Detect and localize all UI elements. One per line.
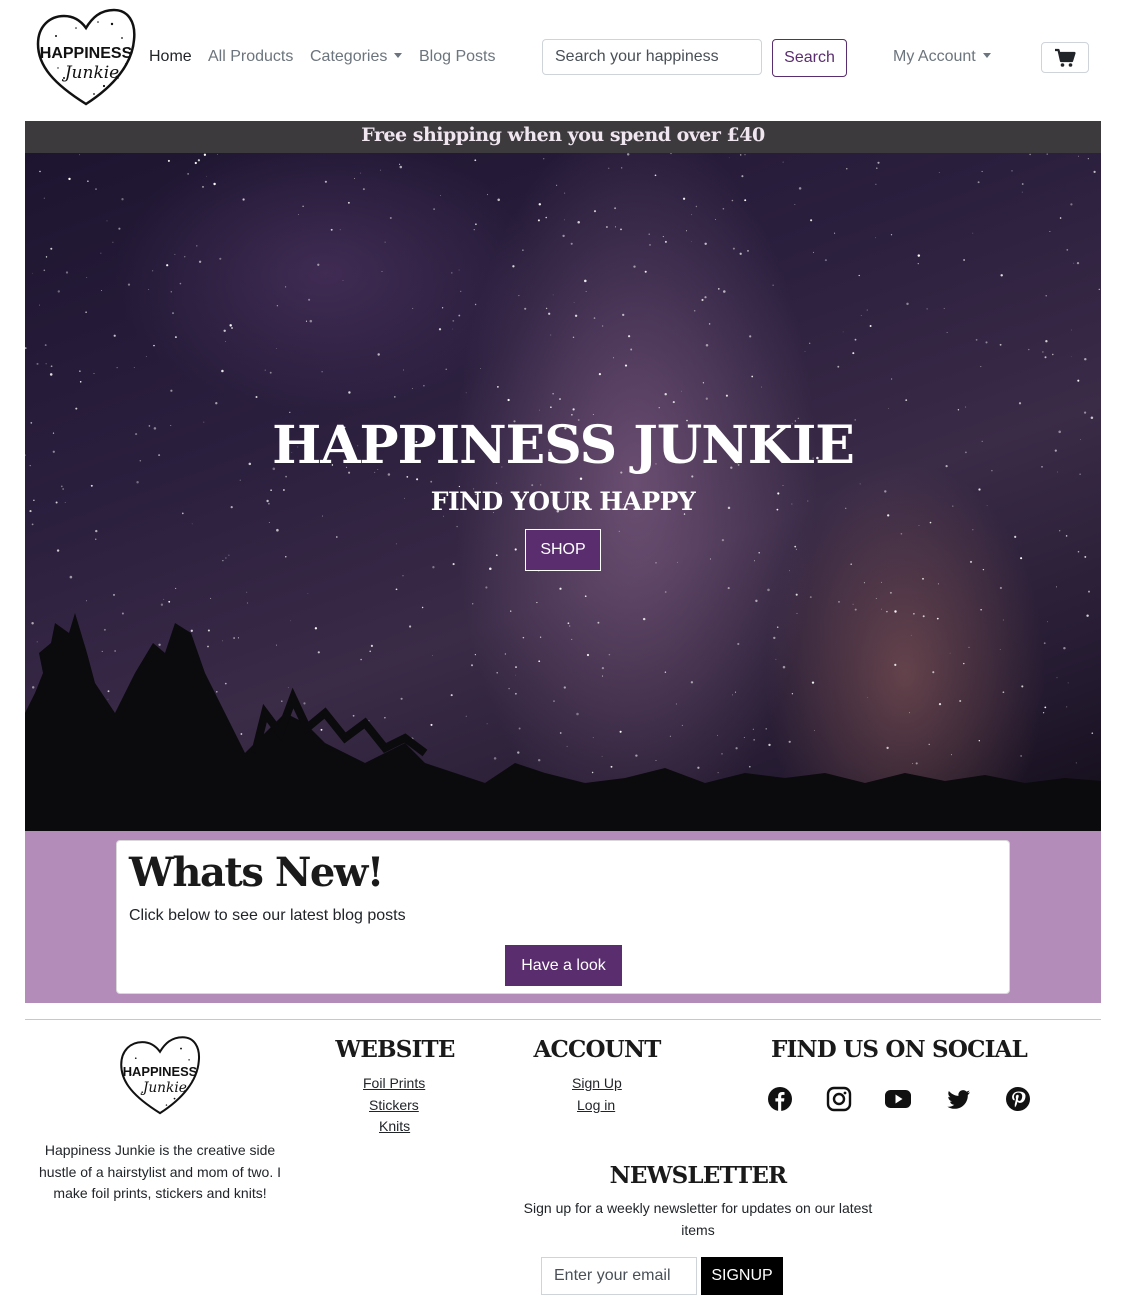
newsletter-signup-button[interactable]: SIGNUP bbox=[701, 1257, 783, 1295]
cart-button[interactable] bbox=[1041, 42, 1089, 73]
chevron-down-icon bbox=[394, 53, 403, 58]
search-button[interactable]: Search bbox=[772, 39, 847, 77]
my-account-label: My Account bbox=[893, 48, 976, 65]
nav-home[interactable]: Home bbox=[149, 48, 192, 66]
footer-divider bbox=[25, 1019, 1101, 1020]
footer-logo-text-script: Junkie bbox=[140, 1080, 187, 1096]
nav-categories-dropdown[interactable]: Categories bbox=[310, 48, 403, 66]
search-input[interactable] bbox=[542, 39, 762, 75]
newsletter-text: Sign up for a weekly newsletter for upda… bbox=[523, 1200, 873, 1238]
nav-blog-posts[interactable]: Blog Posts bbox=[419, 48, 495, 66]
logo-text-main: HAPPINESS bbox=[40, 45, 133, 62]
nav-all-products[interactable]: All Products bbox=[208, 48, 293, 66]
footer-social-heading: FIND US ON SOCIAL bbox=[771, 1036, 1028, 1063]
navbar: HAPPINESS Junkie Home All Products Categ… bbox=[0, 0, 1124, 118]
twitter-icon[interactable] bbox=[946, 1086, 972, 1112]
footer-logo-text-main: HAPPINESS bbox=[123, 1064, 198, 1079]
footer-link-knits[interactable]: Knits bbox=[379, 1118, 410, 1134]
footer-logo[interactable]: HAPPINESS Junkie bbox=[118, 1035, 202, 1117]
shop-button[interactable]: SHOP bbox=[525, 529, 601, 571]
nav-categories-label: Categories bbox=[310, 48, 388, 65]
shopping-cart-icon bbox=[1055, 48, 1076, 67]
footer-link-log-in[interactable]: Log in bbox=[577, 1097, 615, 1113]
whats-new-card: Whats New! Click below to see our latest… bbox=[116, 840, 1010, 994]
whats-new-text: Click below to see our latest blog posts bbox=[129, 907, 406, 924]
hero-section: HAPPINESS JUNKIE FIND YOUR HAPPY SHOP bbox=[25, 153, 1101, 831]
shipping-banner: Free shipping when you spend over £40 bbox=[25, 121, 1101, 153]
logo[interactable]: HAPPINESS Junkie bbox=[34, 8, 138, 108]
newsletter-email-input[interactable] bbox=[541, 1257, 697, 1295]
chevron-down-icon bbox=[982, 53, 991, 58]
have-a-look-button[interactable]: Have a look bbox=[505, 945, 622, 986]
footer-link-sign-up[interactable]: Sign Up bbox=[572, 1075, 622, 1091]
hero-subtitle: FIND YOUR HAPPY bbox=[430, 487, 696, 516]
footer-website-heading: WEBSITE bbox=[335, 1036, 455, 1063]
footer-newsletter-heading: NEWSLETTER bbox=[609, 1162, 788, 1189]
hero-title: HAPPINESS JUNKIE bbox=[272, 415, 855, 476]
pinterest-icon[interactable] bbox=[1005, 1086, 1031, 1112]
logo-text-script: Junkie bbox=[62, 63, 120, 83]
whats-new-title: Whats New! bbox=[129, 849, 384, 896]
footer-link-foil-prints[interactable]: Foil Prints bbox=[363, 1075, 425, 1091]
instagram-icon[interactable] bbox=[826, 1086, 852, 1112]
footer-account-heading: ACCOUNT bbox=[533, 1036, 661, 1063]
footer-about-text: Happiness Junkie is the creative side hu… bbox=[39, 1142, 281, 1201]
youtube-icon[interactable] bbox=[884, 1086, 912, 1112]
footer-link-stickers[interactable]: Stickers bbox=[369, 1097, 419, 1113]
nav-my-account-dropdown[interactable]: My Account bbox=[893, 48, 991, 66]
facebook-icon[interactable] bbox=[767, 1086, 793, 1112]
